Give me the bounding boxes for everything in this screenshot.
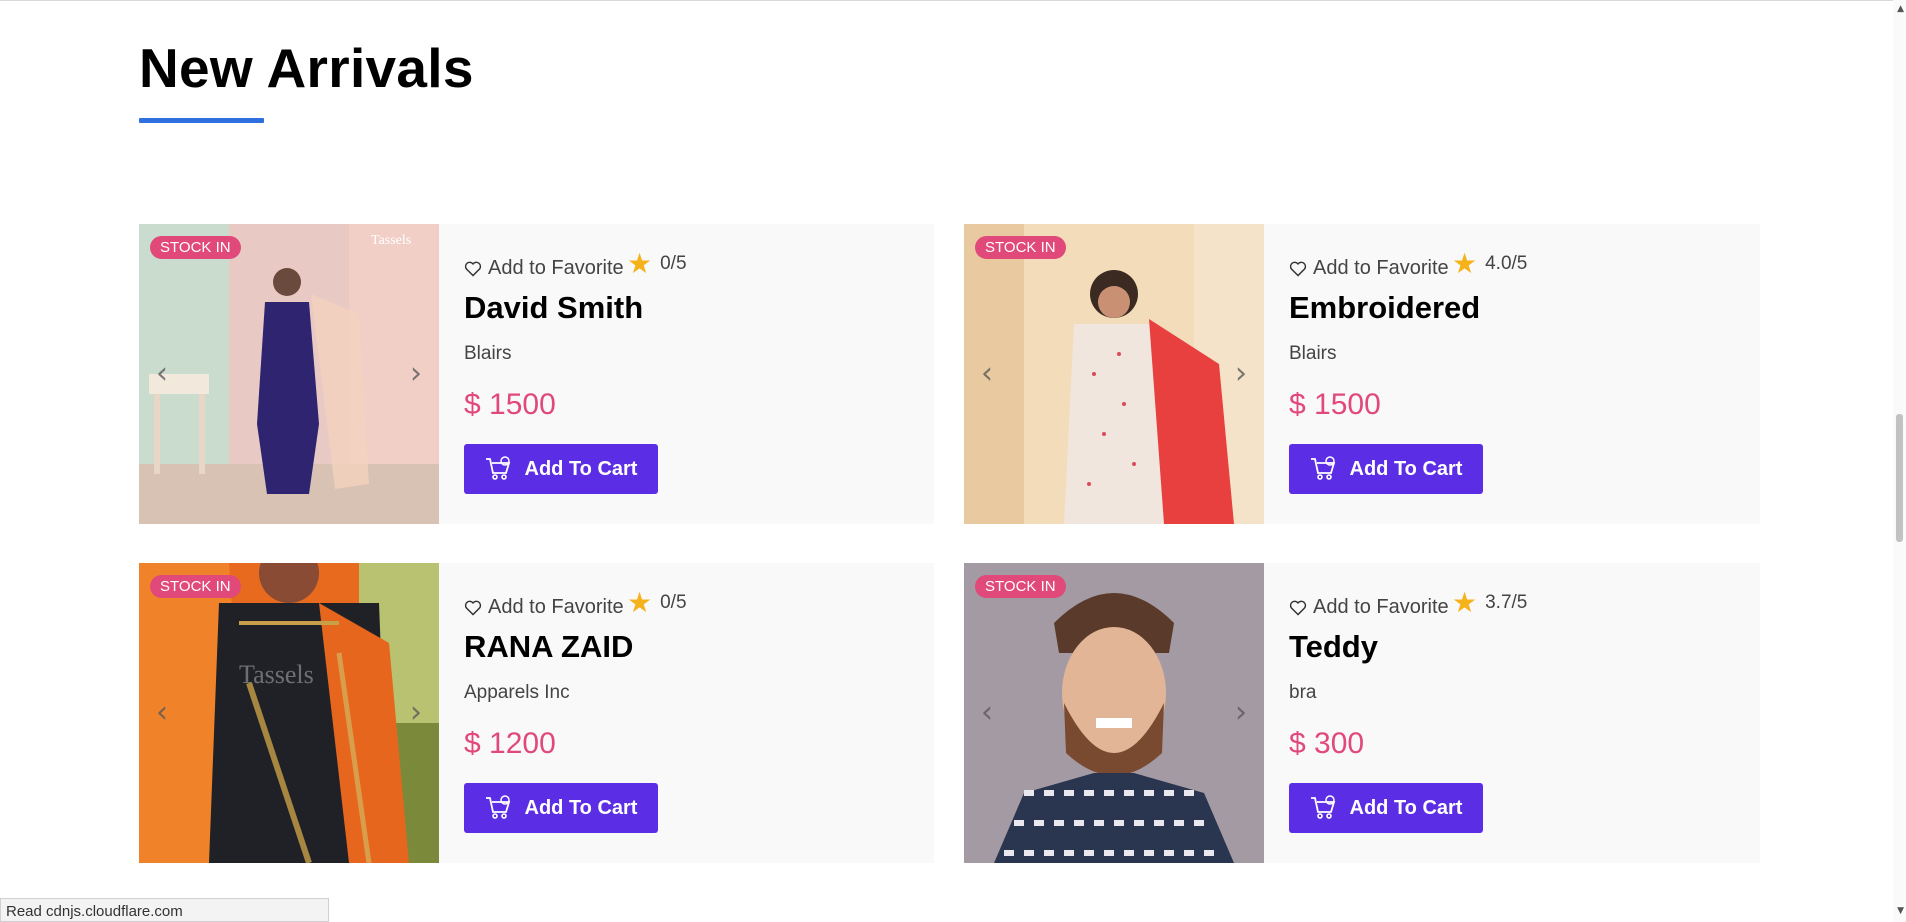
- star-icon: ★: [627, 247, 653, 280]
- product-card: Tassels STOCK IN ‹ › Add to Favorite ★ 0…: [139, 563, 934, 863]
- chevron-left-icon[interactable]: ‹: [976, 358, 998, 390]
- heart-outline-icon: [1289, 261, 1307, 277]
- chevron-left-icon[interactable]: ‹: [151, 697, 173, 729]
- product-price: $ 1500: [464, 388, 556, 421]
- cart-icon: [485, 795, 510, 819]
- favorite-label: Add to Favorite: [1313, 257, 1449, 279]
- stock-badge: STOCK IN: [150, 236, 241, 259]
- product-name[interactable]: RANA ZAID: [464, 629, 633, 665]
- product-price: $ 1200: [464, 727, 556, 760]
- scroll-down-arrow-icon[interactable]: ▼: [1897, 906, 1904, 916]
- favorite-label: Add to Favorite: [1313, 596, 1449, 618]
- product-image-carousel[interactable]: Tassels STOCK IN ‹ ›: [139, 563, 439, 863]
- heart-outline-icon: [464, 600, 482, 616]
- add-to-cart-button[interactable]: Add To Cart: [1289, 444, 1483, 494]
- product-name[interactable]: Embroidered: [1289, 290, 1480, 326]
- product-card: STOCK IN ‹ › Add to Favorite ★ 3.7/5 Ted…: [964, 563, 1760, 863]
- vertical-scrollbar[interactable]: ▲ ▼: [1893, 0, 1906, 922]
- product-image: Tassels: [139, 224, 439, 524]
- browser-status-bar: Read cdnjs.cloudflare.com: [0, 898, 329, 922]
- heart-outline-icon: [1289, 600, 1307, 616]
- stock-badge: STOCK IN: [975, 236, 1066, 259]
- chevron-right-icon[interactable]: ›: [405, 697, 427, 729]
- rating-value: 0/5: [660, 592, 687, 613]
- chevron-right-icon[interactable]: ›: [1230, 697, 1252, 729]
- stock-badge: STOCK IN: [150, 575, 241, 598]
- chevron-left-icon[interactable]: ‹: [976, 697, 998, 729]
- add-to-cart-label: Add To Cart: [524, 457, 638, 480]
- star-icon: ★: [627, 586, 653, 619]
- product-image: [964, 224, 1264, 524]
- rating-value: 3.7/5: [1485, 592, 1528, 613]
- chevron-right-icon[interactable]: ›: [1230, 358, 1252, 390]
- product-info: Add to Favorite ★ 3.7/5 Teddy bra $ 300 …: [1264, 563, 1760, 863]
- add-to-cart-button[interactable]: Add To Cart: [464, 783, 658, 833]
- add-to-cart-button[interactable]: Add To Cart: [464, 444, 658, 494]
- add-to-favorite-link[interactable]: Add to Favorite: [1289, 257, 1449, 280]
- add-to-cart-button[interactable]: Add To Cart: [1289, 783, 1483, 833]
- add-to-favorite-link[interactable]: Add to Favorite: [1289, 596, 1449, 619]
- cart-icon: [1310, 795, 1335, 819]
- star-icon: ★: [1452, 247, 1478, 280]
- star-icon: ★: [1452, 586, 1478, 619]
- title-underline: [139, 118, 264, 123]
- stock-badge: STOCK IN: [975, 575, 1066, 598]
- rating: ★ 3.7/5: [1452, 589, 1527, 617]
- product-name[interactable]: David Smith: [464, 290, 643, 326]
- product-info: Add to Favorite ★ 0/5 RANA ZAID Apparels…: [439, 563, 934, 863]
- cart-icon: [1310, 456, 1335, 480]
- product-brand: bra: [1289, 682, 1317, 703]
- add-to-cart-label: Add To Cart: [524, 796, 638, 819]
- product-price: $ 1500: [1289, 388, 1381, 421]
- product-info: Add to Favorite ★ 0/5 David Smith Blairs…: [439, 224, 934, 524]
- rating: ★ 0/5: [627, 589, 687, 617]
- product-name[interactable]: Teddy: [1289, 629, 1378, 665]
- product-image: [964, 563, 1264, 863]
- product-price: $ 300: [1289, 727, 1365, 760]
- product-brand: Apparels Inc: [464, 682, 570, 703]
- add-to-cart-label: Add To Cart: [1349, 796, 1463, 819]
- product-image: Tassels: [139, 563, 439, 863]
- favorite-label: Add to Favorite: [488, 596, 624, 618]
- product-brand: Blairs: [464, 343, 512, 364]
- svg-text:Tassels: Tassels: [371, 233, 411, 248]
- cart-icon: [485, 456, 510, 480]
- svg-text:Tassels: Tassels: [239, 660, 314, 689]
- product-brand: Blairs: [1289, 343, 1337, 364]
- rating-value: 0/5: [660, 253, 687, 274]
- product-card: STOCK IN ‹ › Add to Favorite ★ 4.0/5 Emb…: [964, 224, 1760, 524]
- product-info: Add to Favorite ★ 4.0/5 Embroidered Blai…: [1264, 224, 1760, 524]
- scrollbar-thumb[interactable]: [1896, 414, 1903, 542]
- section-title: New Arrivals: [139, 37, 474, 99]
- product-card: Tassels STOCK IN ‹ › Add to Favorite ★ 0…: [139, 224, 934, 524]
- rating: ★ 4.0/5: [1452, 250, 1527, 278]
- add-to-favorite-link[interactable]: Add to Favorite: [464, 257, 624, 280]
- scroll-up-arrow-icon[interactable]: ▲: [1897, 4, 1904, 14]
- favorite-label: Add to Favorite: [488, 257, 624, 279]
- chevron-right-icon[interactable]: ›: [405, 358, 427, 390]
- chevron-left-icon[interactable]: ‹: [151, 358, 173, 390]
- top-divider: [0, 0, 1906, 1]
- rating: ★ 0/5: [627, 250, 687, 278]
- rating-value: 4.0/5: [1485, 253, 1528, 274]
- product-image-carousel[interactable]: Tassels STOCK IN ‹ ›: [139, 224, 439, 524]
- product-image-carousel[interactable]: STOCK IN ‹ ›: [964, 563, 1264, 863]
- add-to-favorite-link[interactable]: Add to Favorite: [464, 596, 624, 619]
- add-to-cart-label: Add To Cart: [1349, 457, 1463, 480]
- heart-outline-icon: [464, 261, 482, 277]
- product-image-carousel[interactable]: STOCK IN ‹ ›: [964, 224, 1264, 524]
